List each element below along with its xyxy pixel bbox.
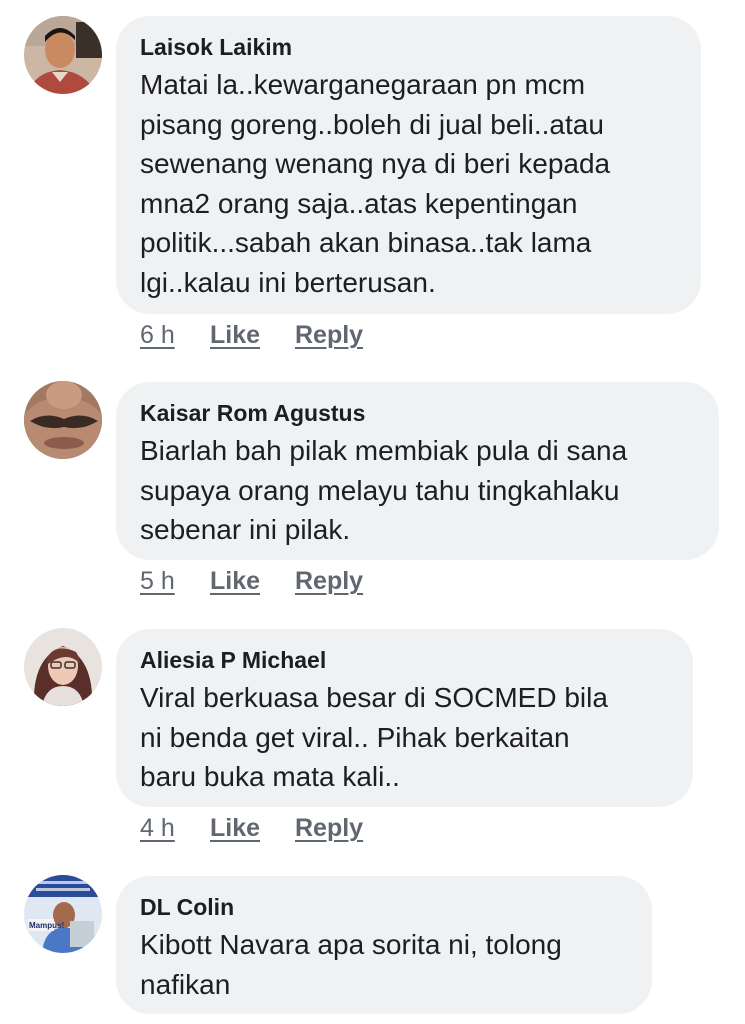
timestamp-link[interactable]: 6 h <box>140 320 210 350</box>
comment-bubble: Kaisar Rom Agustus Biarlah bah pilak mem… <box>116 382 719 560</box>
comment-text: Viral berkuasa besar di SOCMED bila ni b… <box>140 682 608 792</box>
reply-button[interactable]: Reply <box>295 320 363 350</box>
timestamp-link[interactable]: 4 h <box>140 813 210 843</box>
timestamp-link[interactable]: 5 h <box>140 566 210 596</box>
profile-photo-icon <box>24 628 102 706</box>
comment-actions: 5 h Like Reply <box>140 566 363 596</box>
profile-photo-icon <box>24 16 102 94</box>
avatar[interactable] <box>24 16 102 94</box>
comment-text: Kibott Navara apa sorita ni, tolong nafi… <box>140 929 562 1000</box>
reply-button[interactable]: Reply <box>295 813 363 843</box>
comment-text: Biarlah bah pilak membiak pula di sana s… <box>140 435 628 545</box>
avatar[interactable] <box>24 628 102 706</box>
avatar-caption: Mampus! <box>29 921 65 930</box>
comment-author[interactable]: Kaisar Rom Agustus <box>140 399 693 427</box>
like-button[interactable]: Like <box>210 813 295 843</box>
like-button[interactable]: Like <box>210 320 295 350</box>
comment-author[interactable]: Aliesia P Michael <box>140 646 667 674</box>
comment-bubble: Aliesia P Michael Viral berkuasa besar d… <box>116 629 693 807</box>
avatar[interactable]: Mampus! <box>24 875 102 953</box>
comment-author[interactable]: DL Colin <box>140 893 626 921</box>
like-button[interactable]: Like <box>210 566 295 596</box>
comment-bubble: DL Colin Kibott Navara apa sorita ni, to… <box>116 876 652 1014</box>
comment-author[interactable]: Laisok Laikim <box>140 33 675 61</box>
profile-photo-icon <box>24 381 102 459</box>
comment-text: Matai la..kewarganegaraan pn mcm pisang … <box>140 69 611 298</box>
avatar[interactable] <box>24 381 102 459</box>
profile-photo-icon <box>24 875 102 953</box>
comment-actions: 6 h Like Reply <box>140 320 363 350</box>
comment-actions: 4 h Like Reply <box>140 813 363 843</box>
reply-button[interactable]: Reply <box>295 566 363 596</box>
comment-bubble: Laisok Laikim Matai la..kewarganegaraan … <box>116 16 701 314</box>
